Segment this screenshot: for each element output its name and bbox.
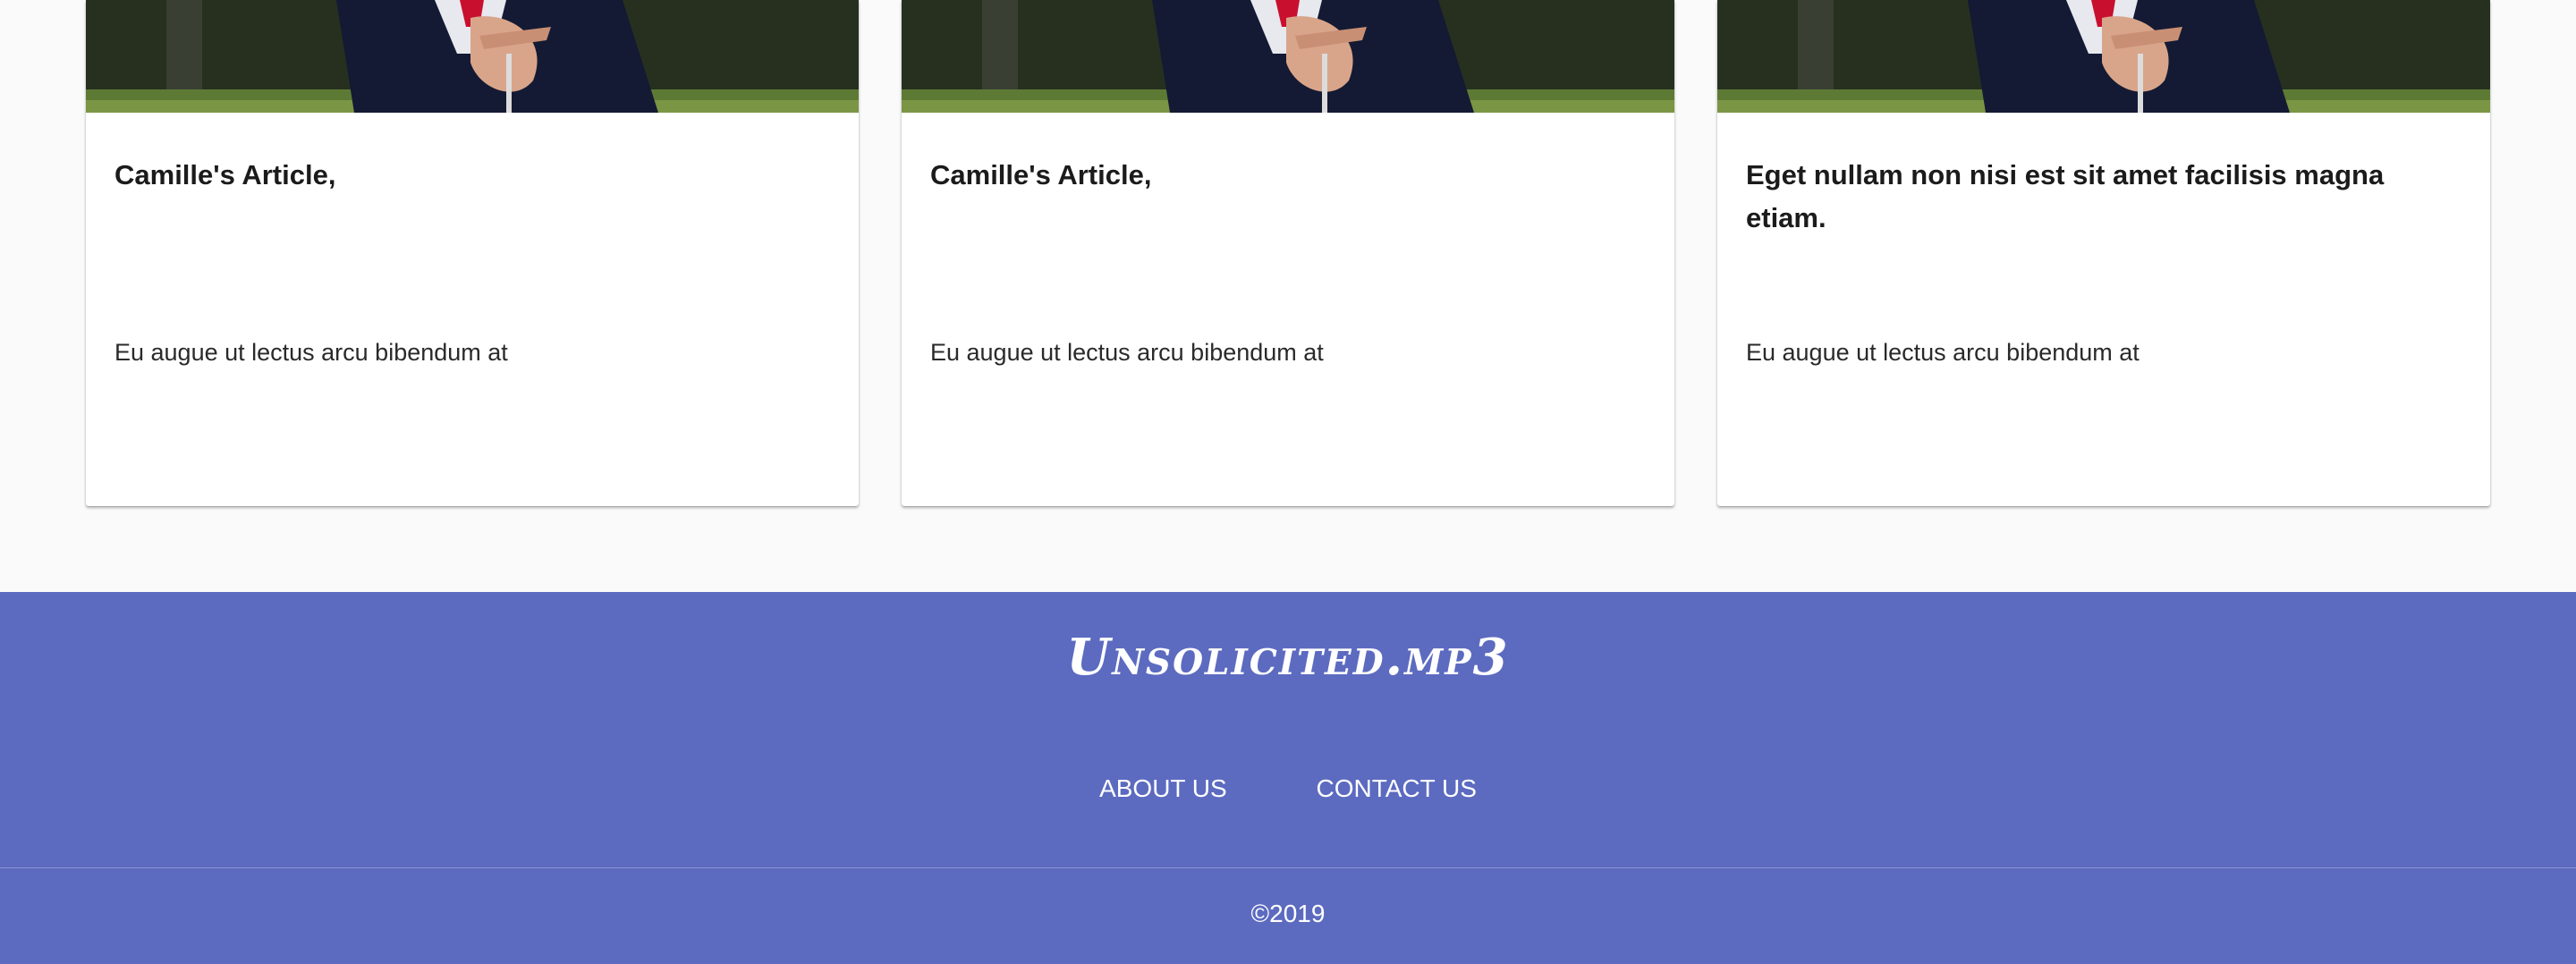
- article-grid: Camille's Article, Eu augue ut lectus ar…: [86, 0, 2490, 506]
- page: Camille's Article, Eu augue ut lectus ar…: [0, 0, 2576, 964]
- suit-photo-graphic: [1717, 0, 2490, 113]
- article-title[interactable]: Camille's Article,: [114, 154, 830, 197]
- article-card[interactable]: Camille's Article, Eu augue ut lectus ar…: [86, 0, 859, 506]
- contact-us-link[interactable]: CONTACT US: [1316, 774, 1476, 802]
- copyright-text: ©2019: [1250, 900, 1326, 927]
- about-us-link[interactable]: ABOUT US: [1099, 774, 1227, 802]
- article-image[interactable]: [86, 0, 859, 113]
- article-excerpt: Eu augue ut lectus arcu bibendum at: [930, 339, 1324, 366]
- article-card[interactable]: Eget nullam non nisi est sit amet facili…: [1717, 0, 2490, 506]
- footer-divider: [0, 867, 2576, 868]
- article-image[interactable]: [902, 0, 1674, 113]
- footer-nav: ABOUT US CONTACT US: [0, 774, 2576, 803]
- article-card[interactable]: Camille's Article, Eu augue ut lectus ar…: [902, 0, 1674, 506]
- article-excerpt: Eu augue ut lectus arcu bibendum at: [114, 339, 508, 366]
- article-title[interactable]: Camille's Article,: [930, 154, 1646, 197]
- suit-photo-graphic: [902, 0, 1674, 113]
- site-footer: Unsolicited.mp3 ABOUT US CONTACT US ©201…: [0, 592, 2576, 964]
- suit-photo-graphic: [86, 0, 859, 113]
- article-title[interactable]: Eget nullam non nisi est sit amet facili…: [1746, 154, 2462, 240]
- article-image[interactable]: [1717, 0, 2490, 113]
- article-excerpt: Eu augue ut lectus arcu bibendum at: [1746, 339, 2140, 366]
- footer-brand-logo[interactable]: Unsolicited.mp3: [0, 628, 2576, 687]
